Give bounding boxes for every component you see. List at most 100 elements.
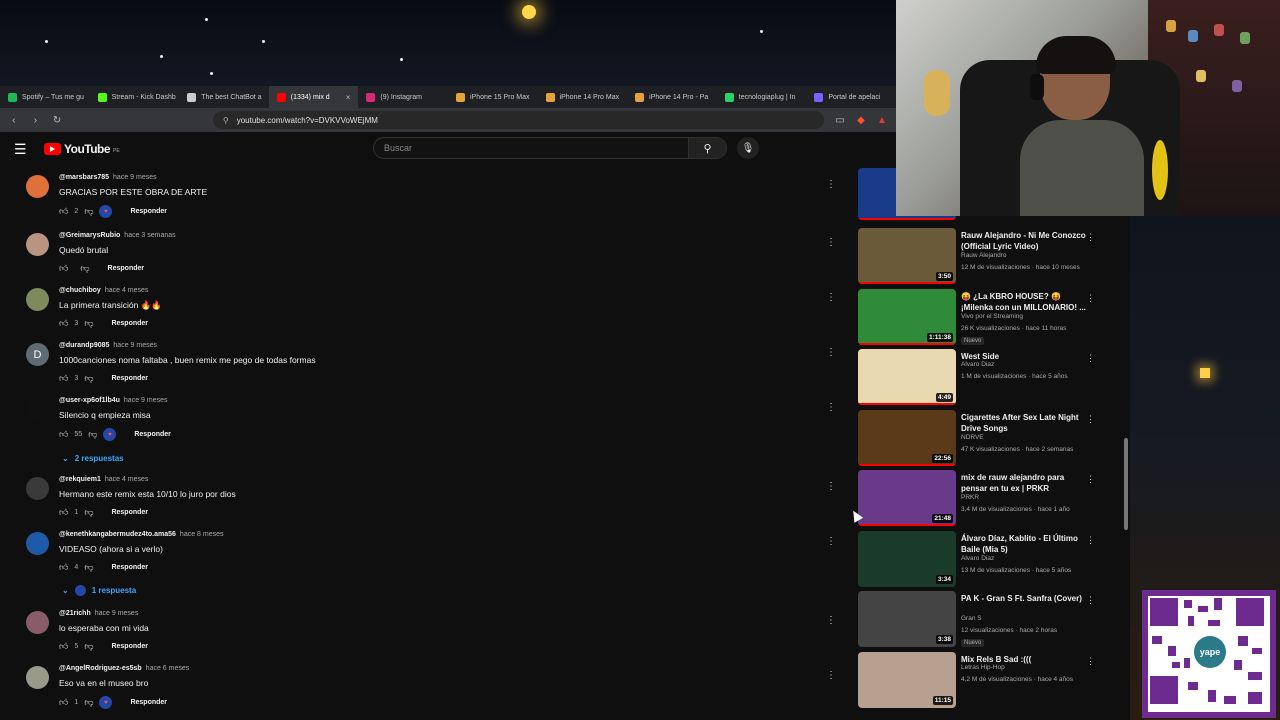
like-icon[interactable]: 👍︎ (59, 697, 68, 708)
comment-time[interactable]: hace 9 meses (113, 174, 157, 181)
comment-menu-icon[interactable]: ⋮ (826, 402, 836, 413)
video-menu-icon[interactable]: ⋮ (1086, 595, 1095, 606)
dislike-icon[interactable]: 👎︎ (88, 429, 97, 440)
browser-tab[interactable]: (9) Instagram (358, 86, 448, 108)
video-title[interactable]: Cigarettes After Sex Late Night Drive So… (961, 412, 1091, 434)
view-replies-button[interactable]: ⌄ 2 respuestas (62, 454, 124, 463)
comment-menu-icon[interactable]: ⋮ (826, 481, 836, 492)
site-info-icon[interactable]: ⚲ (223, 116, 229, 125)
brave-rewards-icon[interactable]: ▲ (876, 115, 888, 126)
video-menu-icon[interactable]: ⋮ (1086, 353, 1095, 364)
like-icon[interactable]: 👍︎ (59, 318, 68, 329)
comment-menu-icon[interactable]: ⋮ (826, 670, 836, 681)
recommended-video[interactable]: 4:49 West Side Alvaro Diaz 1 M de visualiza… (858, 349, 1130, 407)
comment-menu-icon[interactable]: ⋮ (826, 292, 836, 303)
comment-time[interactable]: hace 4 meses (105, 287, 149, 294)
recommended-video[interactable]: 22:56 Cigarettes After Sex Late Night Dri… (858, 409, 1130, 468)
address-bar[interactable]: ⚲ youtube.com/watch?v=DVKVVoWEjMM (212, 111, 824, 129)
recommended-video[interactable]: 3:38 PA K - Gran S Ft. Sanfra (Cover) Gran… (858, 591, 1130, 649)
comment-time[interactable]: hace 3 semanas (124, 232, 175, 239)
avatar[interactable] (26, 398, 49, 421)
dislike-icon[interactable]: 👎︎ (84, 697, 93, 708)
comment-menu-icon[interactable]: ⋮ (826, 615, 836, 626)
comment-author[interactable]: @user-xp6of1lb4u (59, 397, 120, 404)
video-thumbnail[interactable]: 3:34 (858, 530, 956, 587)
video-thumbnail[interactable]: 4:49 (858, 349, 956, 405)
dislike-icon[interactable]: 👎︎ (84, 206, 93, 217)
view-replies-button[interactable]: ⌄ 1 respuesta (62, 585, 136, 596)
tab-close-icon[interactable]: × (346, 93, 351, 102)
browser-tab[interactable]: iPhone 14 Pro - Pa (627, 86, 717, 108)
video-thumbnail[interactable]: 1:11:38 (858, 288, 956, 345)
avatar[interactable]: D (26, 343, 49, 366)
browser-tab[interactable]: tecnologiaplug | In (717, 86, 807, 108)
browser-tab[interactable]: (1334) mix d × (268, 86, 359, 108)
like-icon[interactable]: 👍︎ (59, 507, 68, 518)
video-title[interactable]: 😝 ¿La KBRO HOUSE? 😝 ¡Milenka con un MILL… (961, 291, 1091, 313)
comment-time[interactable]: hace 9 meses (124, 397, 168, 404)
video-title[interactable]: Álvaro Díaz, Kablito - El Último Baile (… (961, 533, 1091, 555)
comment-time[interactable]: hace 9 meses (113, 342, 157, 349)
avatar[interactable] (26, 288, 49, 311)
comment-time[interactable]: hace 9 meses (95, 610, 139, 617)
dislike-icon[interactable]: 👎︎ (84, 562, 93, 573)
dislike-icon[interactable]: 👎︎ (84, 318, 93, 329)
brave-shield-icon[interactable]: ◆ (855, 115, 867, 126)
forward-icon[interactable]: › (30, 115, 42, 126)
reply-button[interactable]: Responder (130, 699, 167, 706)
browser-tab[interactable]: Spotify – Tus me gu (0, 86, 90, 108)
reload-icon[interactable]: ↻ (51, 115, 63, 126)
browser-tab[interactable]: iPhone 14 Pro Max (538, 86, 628, 108)
search-button[interactable]: ⚲ (689, 137, 727, 159)
channel-name[interactable]: Letras Hip-Hop (961, 664, 1005, 671)
reply-button[interactable]: Responder (134, 431, 171, 438)
comment-author[interactable]: @marsbars785 (59, 174, 109, 181)
channel-name[interactable]: Rauw Alejandro (961, 252, 1007, 259)
like-icon[interactable]: 👍︎ (59, 429, 68, 440)
comment-menu-icon[interactable]: ⋮ (826, 347, 836, 358)
avatar[interactable] (26, 477, 49, 500)
comment-author[interactable]: @21richh (59, 610, 91, 617)
menu-icon[interactable]: ☰ (14, 141, 30, 158)
recommended-video[interactable]: 3:50 Rauw Alejandro - Ni Me Conozco (Offi… (858, 228, 1130, 286)
video-title[interactable]: Rauw Alejandro - Ni Me Conozco (Official… (961, 230, 1091, 252)
video-menu-icon[interactable]: ⋮ (1086, 414, 1095, 425)
comment-menu-icon[interactable]: ⋮ (826, 536, 836, 547)
like-icon[interactable]: 👍︎ (59, 206, 68, 217)
video-thumbnail[interactable]: 22:56 (858, 409, 956, 466)
channel-name[interactable]: Vivo por el Streaming (961, 313, 1023, 320)
reply-button[interactable]: Responder (111, 375, 148, 382)
avatar[interactable] (26, 175, 49, 198)
like-icon[interactable]: 👍︎ (59, 263, 68, 274)
channel-name[interactable]: Gran S (961, 615, 982, 622)
comment-time[interactable]: hace 4 meses (105, 476, 149, 483)
page-scrollbar[interactable] (1122, 168, 1130, 720)
comment-menu-icon[interactable]: ⋮ (826, 237, 836, 248)
back-icon[interactable]: ‹ (8, 115, 20, 126)
scrollbar-thumb[interactable] (1124, 438, 1128, 530)
reply-button[interactable]: Responder (111, 320, 148, 327)
comment-author[interactable]: @durandp9085 (59, 342, 109, 349)
recommended-video[interactable]: 21:48 mix de rauw alejandro para pensar e… (858, 470, 1130, 528)
dislike-icon[interactable]: 👎︎ (84, 507, 93, 518)
channel-name[interactable]: NDRVE (961, 434, 984, 441)
search-input[interactable]: Buscar (373, 137, 689, 159)
comment-author[interactable]: @GreimarysRubio (59, 232, 120, 239)
video-menu-icon[interactable]: ⋮ (1086, 232, 1095, 243)
comment-author[interactable]: @chuchiboy (59, 287, 101, 294)
channel-name[interactable]: PRKR (961, 494, 979, 501)
dislike-icon[interactable]: 👎︎ (80, 263, 89, 274)
browser-tab[interactable]: Portal de apelaci (806, 86, 896, 108)
reply-button[interactable]: Responder (108, 265, 145, 272)
comment-time[interactable]: hace 8 meses (180, 531, 224, 538)
video-title[interactable]: PA K - Gran S Ft. Sanfra (Cover) (961, 593, 1091, 604)
reply-button[interactable]: Responder (111, 564, 148, 571)
reply-button[interactable]: Responder (111, 643, 148, 650)
avatar[interactable] (26, 666, 49, 689)
video-menu-icon[interactable]: ⋮ (1086, 535, 1095, 546)
browser-tab[interactable]: iPhone 15 Pro Max (448, 86, 538, 108)
like-icon[interactable]: 👍︎ (59, 373, 68, 384)
avatar[interactable] (26, 233, 49, 256)
avatar[interactable] (26, 532, 49, 555)
comment-menu-icon[interactable]: ⋮ (826, 179, 836, 190)
